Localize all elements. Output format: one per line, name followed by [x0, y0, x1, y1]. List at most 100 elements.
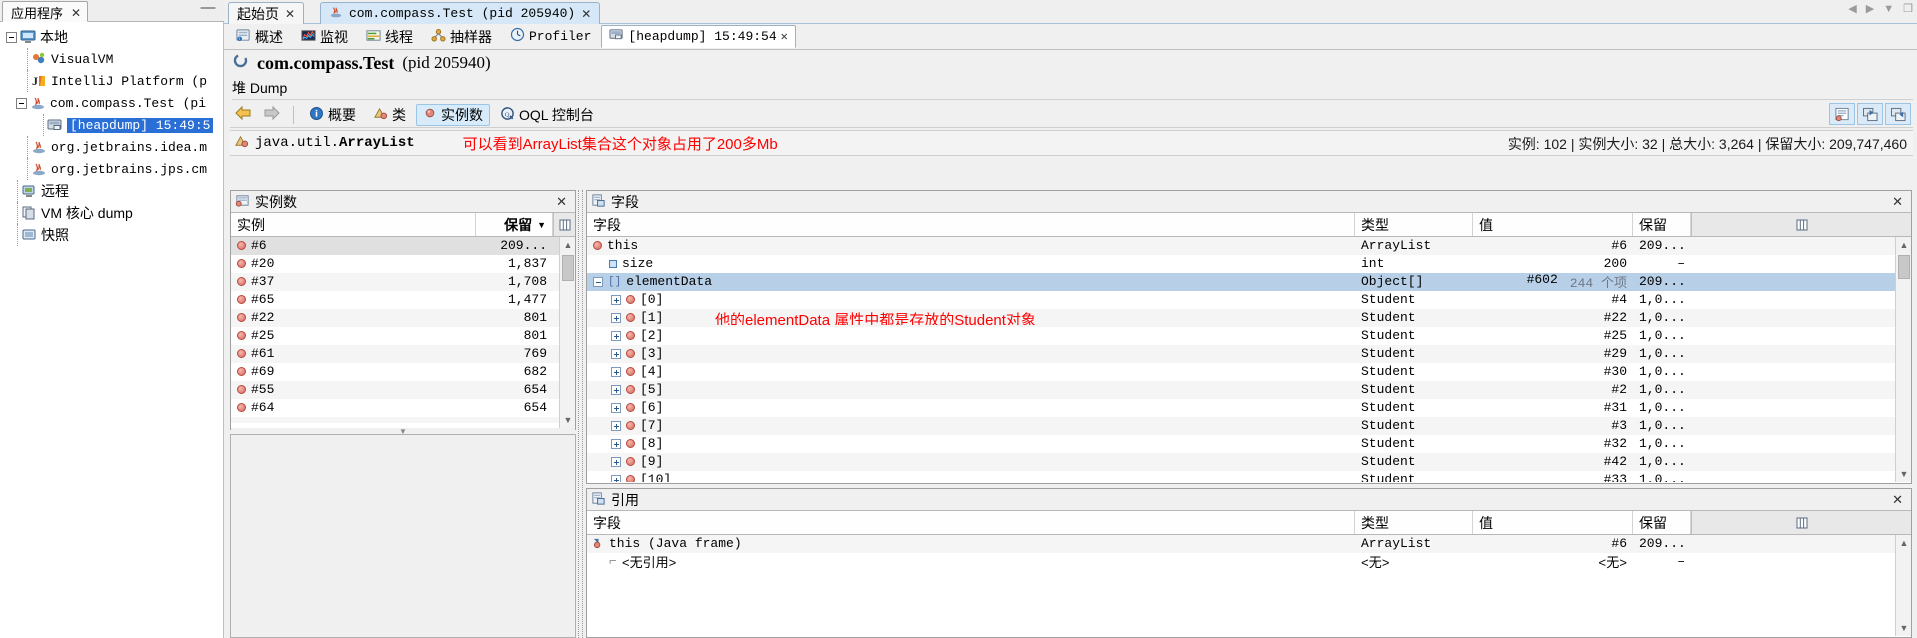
columns-icon[interactable]: [553, 213, 575, 236]
applications-tree[interactable]: 本地 VisualVM J IntelliJ Platform (p com.c…: [0, 22, 224, 638]
table-row[interactable]: [2] Student #25 1,0...: [587, 327, 1911, 345]
table-row[interactable]: [6] Student #31 1,0...: [587, 399, 1911, 417]
tree-item-jetbrains-jps[interactable]: org.jetbrains.jps.cm: [4, 158, 223, 180]
tree-item-remote[interactable]: 远程: [4, 180, 223, 202]
table-row[interactable]: size int 200 –: [587, 255, 1911, 273]
column-value[interactable]: 值: [1473, 213, 1633, 236]
expand-toggle-icon[interactable]: [611, 420, 621, 431]
close-icon[interactable]: ✕: [71, 6, 81, 20]
close-icon[interactable]: ✕: [1888, 492, 1907, 508]
table-row[interactable]: [5] Student #2 1,0...: [587, 381, 1911, 399]
close-icon[interactable]: ✕: [552, 194, 571, 210]
references-vscrollbar[interactable]: ▲ ▼: [1895, 535, 1911, 636]
column-field[interactable]: 字段: [587, 511, 1355, 534]
tab-heapdump[interactable]: [heapdump] 15:49:54 ✕: [601, 25, 796, 48]
expand-toggle-icon[interactable]: [611, 456, 621, 467]
minimize-icon[interactable]: —: [200, 0, 216, 18]
instances-vscrollbar[interactable]: ▲ ▼: [559, 237, 575, 428]
tab-start-page[interactable]: 起始页 ✕: [228, 2, 305, 24]
expand-toggle-icon[interactable]: [611, 366, 621, 377]
fields-rows[interactable]: this ArrayList #6 209... size int 200 – …: [587, 237, 1911, 482]
tree-node-local[interactable]: 本地: [4, 26, 223, 48]
scroll-up-icon[interactable]: ▲: [1896, 535, 1911, 551]
scroll-up-icon[interactable]: ▲: [1896, 237, 1911, 253]
expand-toggle-icon[interactable]: [611, 348, 621, 359]
expand-toggle-icon[interactable]: [611, 438, 621, 449]
tab-profiler[interactable]: Profiler: [502, 25, 599, 48]
collapse-toggle-icon[interactable]: [593, 276, 603, 287]
table-row[interactable]: [9] Student #42 1,0...: [587, 453, 1911, 471]
save-icon[interactable]: [1857, 103, 1883, 125]
table-row[interactable]: [1] 他的elementData 属性中都是存放的Student对象 Stud…: [587, 309, 1911, 327]
tab-com-compass-test[interactable]: com.compass.Test (pid 205940) ✕: [320, 2, 601, 24]
expand-toggle-icon[interactable]: [611, 330, 621, 341]
close-icon[interactable]: ✕: [285, 7, 295, 21]
table-row[interactable]: #20 1,837: [231, 255, 575, 273]
prev-tab-icon[interactable]: ◀: [1848, 2, 1856, 15]
table-row[interactable]: [8] Student #32 1,0...: [587, 435, 1911, 453]
column-type[interactable]: 类型: [1355, 511, 1473, 534]
report-icon[interactable]: [1829, 103, 1855, 125]
heap-tab-instances[interactable]: 实例数: [416, 103, 490, 126]
column-retained[interactable]: 保留 ▼: [476, 213, 553, 236]
column-retained[interactable]: 保留: [1633, 511, 1691, 534]
tree-item-vm-core-dump[interactable]: VM 核心 dump: [4, 202, 223, 224]
fields-vscrollbar[interactable]: ▲ ▼: [1895, 237, 1911, 482]
collapse-toggle-icon[interactable]: [6, 31, 17, 43]
table-row[interactable]: #22 801: [231, 309, 575, 327]
tree-item-visualvm[interactable]: VisualVM: [4, 48, 223, 70]
tab-threads[interactable]: 线程: [358, 25, 421, 48]
tab-sampler[interactable]: 抽样器: [423, 25, 500, 48]
next-tab-icon[interactable]: ▶: [1866, 2, 1874, 15]
tab-monitor[interactable]: 监视: [293, 25, 356, 48]
scroll-thumb[interactable]: [1898, 255, 1910, 279]
table-row[interactable]: #61 769: [231, 345, 575, 363]
expand-toggle-icon[interactable]: [611, 294, 621, 305]
tree-item-com-compass-test[interactable]: com.compass.Test (pi: [4, 92, 223, 114]
table-row[interactable]: [0] Student #4 1,0...: [587, 291, 1911, 309]
table-row[interactable]: [4] Student #30 1,0...: [587, 363, 1911, 381]
column-value[interactable]: 值: [1473, 511, 1633, 534]
table-row[interactable]: #37 1,708: [231, 273, 575, 291]
close-icon[interactable]: ✕: [581, 7, 591, 21]
expand-toggle-icon[interactable]: [611, 312, 621, 323]
maximize-icon[interactable]: ❐: [1903, 2, 1913, 15]
tree-item-snapshots[interactable]: 快照: [4, 224, 223, 246]
close-icon[interactable]: ✕: [1888, 194, 1907, 210]
forward-icon[interactable]: [259, 105, 285, 124]
table-row[interactable]: this ArrayList #6 209...: [587, 237, 1911, 255]
vertical-splitter[interactable]: [578, 190, 583, 638]
column-retained[interactable]: 保留: [1633, 213, 1691, 236]
scroll-down-icon[interactable]: ▼: [1896, 466, 1911, 482]
columns-icon[interactable]: [1691, 213, 1911, 236]
tab-overview[interactable]: i 概述: [228, 25, 291, 48]
table-row[interactable]: [] elementData Object[] #602 244 个项 209.…: [587, 272, 1911, 291]
tree-item-heapdump[interactable]: [heapdump] 15:49:5: [4, 114, 223, 136]
tab-list-icon[interactable]: ▼: [1883, 3, 1894, 15]
instances-rows[interactable]: #6 209... #20 1,837 #37 1,708 #65 1,477 …: [231, 237, 575, 428]
table-row[interactable]: #64 654: [231, 399, 575, 417]
tree-item-jetbrains-idea[interactable]: org.jetbrains.idea.m: [4, 136, 223, 158]
references-rows[interactable]: this (Java frame) ArrayList #6 209... ⌐ …: [587, 535, 1911, 636]
expand-toggle-icon[interactable]: [611, 402, 621, 413]
table-row[interactable]: [7] Student #3 1,0...: [587, 417, 1911, 435]
table-row[interactable]: #65 1,477: [231, 291, 575, 309]
heap-tab-oql[interactable]: Q OQL 控制台: [493, 104, 601, 126]
table-row[interactable]: [10] Student #33 1,0...: [587, 471, 1911, 482]
scroll-down-icon[interactable]: ▼: [560, 412, 575, 428]
table-row[interactable]: ⌐ <无引用> <无> <无> –: [587, 553, 1911, 571]
back-icon[interactable]: [230, 105, 256, 124]
columns-icon[interactable]: [1691, 511, 1911, 534]
scroll-down-icon[interactable]: ▼: [1896, 620, 1911, 636]
scroll-thumb[interactable]: [562, 255, 574, 281]
tree-item-intellij[interactable]: J IntelliJ Platform (p: [4, 70, 223, 92]
table-row[interactable]: #69 682: [231, 363, 575, 381]
collapse-toggle-icon[interactable]: [16, 97, 27, 109]
heap-tab-summary[interactable]: 概要: [302, 104, 363, 126]
table-row[interactable]: #6 209...: [231, 237, 575, 255]
expand-toggle-icon[interactable]: [611, 384, 621, 395]
table-row[interactable]: [3] Student #29 1,0...: [587, 345, 1911, 363]
table-row[interactable]: #25 801: [231, 327, 575, 345]
expand-toggle-icon[interactable]: [611, 474, 621, 482]
column-type[interactable]: 类型: [1355, 213, 1473, 236]
